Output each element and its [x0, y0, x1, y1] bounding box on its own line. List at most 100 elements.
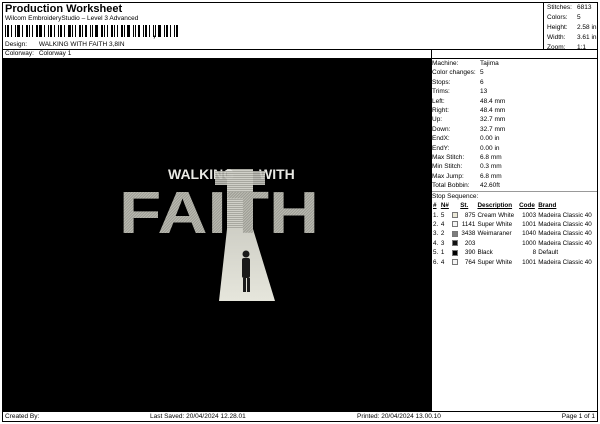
machine-info-row: Total Bobbin: 42.60ft [432, 181, 597, 190]
color-swatch [451, 221, 458, 228]
color-swatch-cell [451, 229, 460, 238]
software-subtitle: Wilcom EmbroideryStudio – Level 3 Advanc… [5, 15, 139, 22]
design-label: Design: [5, 41, 28, 48]
info-label: Max Jump: [432, 172, 464, 180]
faith-text: FAITH [119, 180, 319, 246]
thread-code: 1001 [522, 221, 537, 229]
barcode-bar [60, 25, 62, 37]
barcode-bar [117, 25, 118, 37]
machine-info-row: Right: 48.4 mm [432, 106, 597, 115]
stop-sequence-table: # N# St. Description Code Brand 1. 5 875 Cream W… [432, 201, 597, 266]
design-row: Design: WALKING WITH FAITH 3,8IN [5, 41, 125, 48]
stitch-count: 1141 [461, 221, 476, 229]
barcode-bar [170, 25, 171, 37]
barcode-bar [149, 25, 150, 37]
design-preview: WALKING WITH FAITH [119, 166, 319, 301]
barcode-bar [29, 25, 30, 37]
info-value: 6.8 mm [480, 153, 502, 161]
needle-number: 1 [440, 249, 445, 257]
footer-saved: Last Saved: 20/04/2024 12.28.01 [150, 413, 246, 420]
column-header: N# [440, 202, 449, 210]
thread-description: Cream White [477, 211, 515, 219]
colorway-value: Colorway 1 [38, 50, 72, 57]
thread-description: Weimaraner [477, 230, 512, 238]
stitch-count: 203 [464, 239, 476, 247]
table-row: 3. 2 3438 Weimaraner 1040 Madeira Classic 40 [432, 229, 597, 238]
barcode-bar [32, 25, 33, 37]
barcode-bar [138, 25, 140, 37]
stat-label: Height: [547, 24, 568, 31]
machine-info-row: Machine: Tajima [432, 59, 597, 68]
stop-number: 6. [433, 258, 439, 266]
barcode-bar [39, 25, 42, 37]
column-header: Brand [538, 202, 557, 210]
info-label: Color changes: [432, 69, 476, 77]
barcode-bar [11, 25, 12, 37]
info-label: Right: [432, 106, 449, 114]
thread-code: 1001 [522, 258, 537, 266]
info-label: EndY: [432, 144, 450, 152]
column-header: Code [519, 202, 535, 210]
info-label: Machine: [432, 60, 459, 67]
info-label: Total Bobbin: [432, 182, 470, 190]
design-value: WALKING WITH FAITH 3,8IN [38, 41, 125, 48]
info-value: 0.00 in [480, 144, 500, 152]
barcode-bar [68, 25, 71, 37]
thread-brand: Madeira Classic 40 [538, 211, 592, 219]
barcode-bar [174, 25, 175, 37]
stat-label: Colors: [547, 14, 568, 21]
color-swatch [451, 230, 458, 237]
stat-value: 3.61 in [577, 34, 597, 41]
barcode-bar [124, 25, 125, 37]
info-value: 6.8 mm [480, 172, 502, 180]
stat-value: 2.58 in [577, 24, 597, 31]
barcode-bar [143, 25, 144, 37]
thread-description: Super White [477, 221, 513, 229]
info-value: 48.4 mm [480, 97, 506, 105]
barcode-bar [111, 25, 113, 37]
barcode-bar [36, 25, 38, 37]
barcode-bar [50, 25, 52, 37]
info-label: Left: [432, 97, 445, 105]
stat-label: Zoom: [547, 44, 566, 51]
machine-info-row: Trims: 13 [432, 87, 597, 96]
table-row: 4. 3 203 1000 Madeira Classic 40 [432, 239, 597, 248]
barcode-bar [114, 25, 115, 37]
stat-label: Stitches: [547, 4, 572, 11]
barcode [5, 25, 187, 37]
stitch-count: 390 [464, 249, 476, 257]
barcode-bar [90, 25, 91, 37]
machine-info-row: EndY: 0.00 in [432, 144, 597, 153]
barcode-bar [133, 25, 134, 37]
machine-info-row: Min Stitch: 0.3 mm [432, 162, 597, 171]
stat-row: Height: 2.58 in [547, 23, 598, 33]
stat-value: 1:1 [577, 44, 587, 51]
thread-brand: Madeira Classic 40 [538, 230, 592, 238]
barcode-bar [44, 25, 45, 37]
footer-created: Created By: [5, 413, 40, 420]
info-label: Down: [432, 125, 451, 133]
barcode-bar [166, 25, 168, 37]
thread-brand: Madeira Classic 40 [538, 258, 592, 266]
stop-number: 2. [433, 221, 439, 229]
barcode-bar [101, 25, 103, 37]
barcode-bar [15, 25, 16, 37]
table-row: 1. 5 875 Cream White 1003 Madeira Classic 40 [432, 210, 597, 219]
stat-value: 6813 [577, 4, 592, 11]
table-row: 5. 1 390 Black 8 Default [432, 248, 597, 257]
stop-number: 1. [433, 211, 439, 219]
color-swatch-cell [451, 210, 460, 219]
info-value: 0.00 in [480, 135, 500, 143]
info-label: Min Stitch: [432, 163, 463, 171]
column-header [451, 201, 460, 210]
thread-description: Black [477, 249, 493, 257]
colorway-label: Colorway: [5, 50, 34, 57]
barcode-bar [75, 25, 76, 37]
info-value: 6 [480, 78, 484, 86]
barcode-bar [82, 25, 83, 37]
footer-page: Page 1 of 1 [561, 413, 595, 420]
stitch-count: 764 [464, 258, 476, 266]
info-label: Stops: [432, 78, 451, 86]
info-value: 32.7 mm [480, 116, 506, 124]
color-swatch [451, 211, 458, 218]
